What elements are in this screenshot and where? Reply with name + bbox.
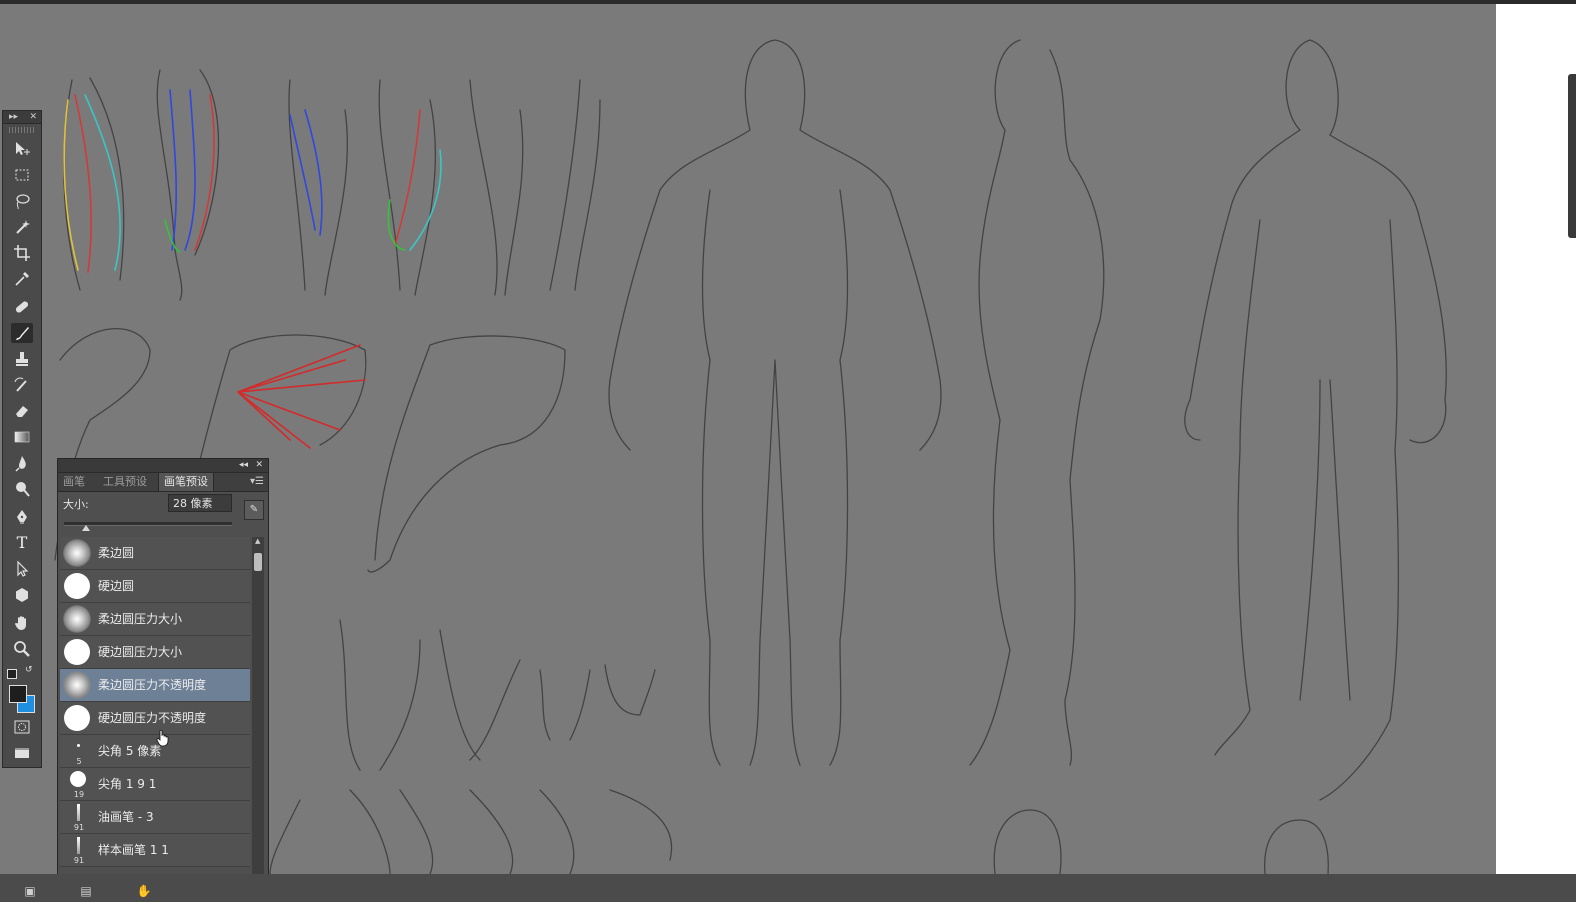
dot-brush-icon [77,744,80,747]
brush-name: 硬边圆压力大小 [98,645,183,659]
document-icon[interactable]: ▤ [78,884,94,898]
brush-name: 柔边圆 [98,546,135,560]
soft-round-brush-icon [63,671,91,699]
toolbox: ▸▸ ✕ T ↺ [2,110,42,768]
list-scrollbar[interactable]: ▲ [252,537,264,875]
brush-name: 柔边圆压力不透明度 [98,678,207,692]
hand-tool-icon[interactable]: ✋ [136,884,152,898]
brush-size: 19 [73,790,85,799]
hard-round-brush-icon [64,705,90,731]
dot-brush-icon [70,771,86,787]
brush-name: 样本画笔 1 1 [98,843,169,857]
screen-mode-icon[interactable] [11,743,33,763]
blur-icon[interactable] [11,453,33,473]
window-top-border [0,0,1576,4]
history-brush-icon[interactable] [11,375,33,395]
tab-tool-presets[interactable]: 工具预设 [98,473,152,491]
brush-name: 尖角 1 9 1 [98,777,157,791]
brush-name: 硬边圆压力不透明度 [98,711,207,725]
soft-round-brush-icon [63,539,91,567]
scrollbar-thumb[interactable] [254,553,262,571]
swap-colors-icon[interactable]: ↺ [25,665,33,675]
quick-mask-icon[interactable] [11,717,33,737]
list-item[interactable]: 19 尖角 1 9 1 [60,768,250,801]
collapse-icon[interactable]: ▸▸ [9,111,18,123]
clone-stamp-icon[interactable] [11,349,33,369]
toolbox-header[interactable]: ▸▸ ✕ [3,111,41,124]
lasso-icon[interactable] [11,191,33,211]
collapsed-panel-tab[interactable] [1568,74,1576,238]
list-item[interactable]: 91 油画笔 - 3 [60,801,250,834]
size-row: 大小: 28 像素 ✎ [58,492,268,534]
collapse-panel-icon[interactable]: ◂◂ [239,459,248,472]
sample-brush-icon [77,837,80,854]
brush-size: 91 [73,823,85,832]
brush-name: 油画笔 - 3 [98,810,154,824]
scroll-up-icon[interactable]: ▲ [255,537,260,545]
brush-size: 5 [76,757,82,766]
pen-icon[interactable] [11,507,33,527]
soft-round-brush-icon [63,605,91,633]
gradient-icon[interactable] [11,427,33,447]
list-item-selected[interactable]: 柔边圆压力不透明度 [60,669,250,702]
hand-icon[interactable] [11,613,33,633]
crop-icon[interactable] [11,243,33,263]
close-panel-icon[interactable]: ✕ [255,459,263,472]
hand-cursor-icon [156,729,169,747]
tab-brush[interactable]: 画笔 [58,473,90,491]
list-item[interactable]: 硬边圆 [60,570,250,603]
hard-round-brush-icon [64,573,90,599]
list-item[interactable]: 柔边圆压力大小 [60,603,250,636]
move-tool-icon[interactable] [11,139,33,159]
toggle-brush-panel-icon[interactable]: ✎ [244,500,264,520]
type-glyph: T [16,533,28,552]
brush-preset-list[interactable]: 柔边圆 硬边圆 柔边圆压力大小 硬边圆压力大小 柔边圆压力不透明度 硬边圆压力不… [60,537,250,875]
bottom-taskbar: ▣ ▤ ✋ [0,874,1576,902]
eyedropper-icon[interactable] [11,269,33,289]
brush-name: 尖角 5 像素 [98,744,162,758]
type-icon[interactable]: T [11,533,33,553]
calendar-icon[interactable]: ▣ [22,884,38,898]
path-select-icon[interactable] [11,559,33,579]
size-label: 大小: [63,498,89,511]
brush-name: 柔边圆压力大小 [98,612,183,626]
shape-icon[interactable] [11,585,33,605]
eraser-icon[interactable] [11,401,33,421]
magic-wand-icon[interactable] [11,217,33,237]
rect-marquee-icon[interactable] [11,165,33,185]
default-colors-icon[interactable] [7,669,17,679]
healing-brush-icon[interactable] [11,297,33,317]
hard-round-brush-icon [64,639,90,665]
size-slider-thumb[interactable] [82,525,90,531]
foreground-color-swatch[interactable] [9,685,27,703]
close-icon[interactable]: ✕ [29,111,37,123]
list-item[interactable]: 柔边圆 [60,537,250,570]
panel-tabs: 画笔 工具预设 画笔预设 ▾☰ [58,473,268,492]
oil-brush-icon [77,804,80,821]
brush-name: 硬边圆 [98,579,135,593]
zoom-icon[interactable] [11,639,33,659]
tab-brush-presets[interactable]: 画笔预设 [158,473,214,491]
dodge-icon[interactable] [11,479,33,499]
right-panel-area [1496,4,1576,874]
panel-titlebar[interactable]: ◂◂ ✕ [58,459,268,473]
list-item[interactable]: 硬边圆压力大小 [60,636,250,669]
brush-icon[interactable] [11,323,33,343]
size-input[interactable]: 28 像素 [168,494,232,512]
toolbox-grip[interactable] [9,127,35,133]
brush-presets-panel: ◂◂ ✕ 画笔 工具预设 画笔预设 ▾☰ 大小: 28 像素 ✎ 柔边圆 硬边圆… [57,458,269,876]
list-item[interactable]: 91 样本画笔 1 1 [60,834,250,867]
panel-menu-icon[interactable]: ▾☰ [250,473,264,491]
brush-size: 91 [73,856,85,865]
